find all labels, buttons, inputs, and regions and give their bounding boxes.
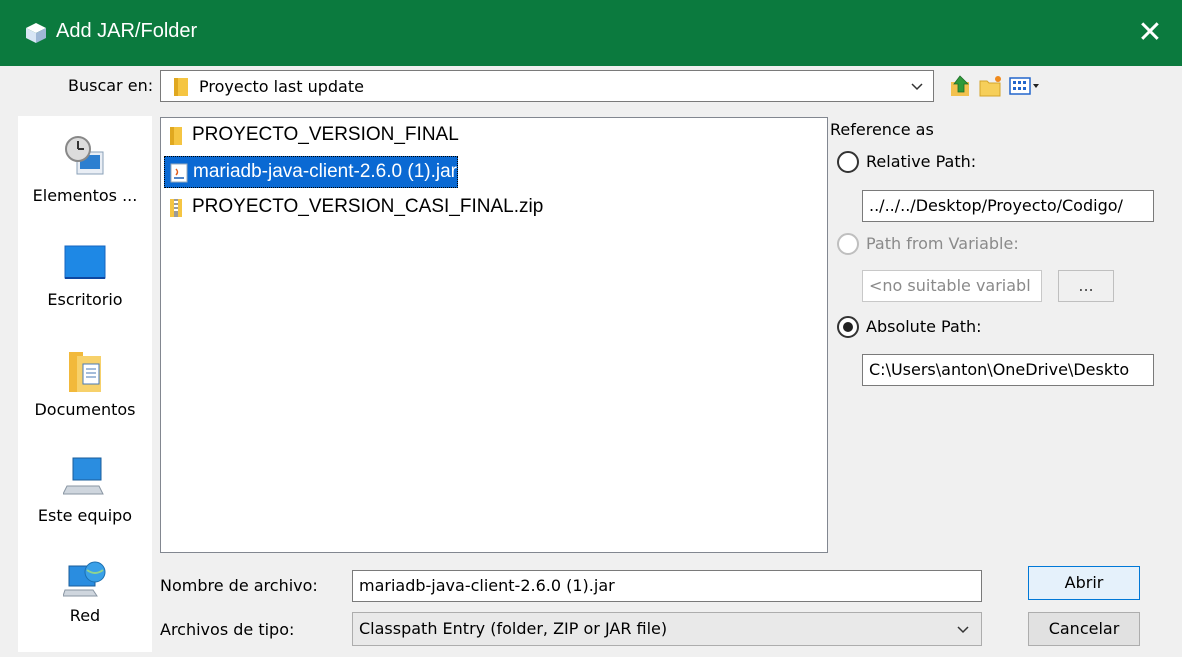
relative-path-radio[interactable] [837, 151, 859, 173]
zip-file-icon [170, 199, 182, 217]
window-title: Add JAR/Folder [56, 20, 198, 42]
browse-variable-button[interactable]: ... [1058, 270, 1114, 302]
place-label: Escritorio [47, 290, 123, 309]
filetype-label: Archivos de tipo: [160, 620, 295, 639]
computer-icon [63, 457, 104, 495]
filetype-value: Classpath Entry (folder, ZIP or JAR file… [359, 619, 668, 638]
place-label: Documentos [34, 400, 136, 419]
open-button[interactable]: Abrir [1028, 566, 1140, 600]
chevron-down-icon [957, 626, 969, 634]
folder-icon [174, 78, 188, 96]
place-label: Elementos ... [32, 186, 138, 205]
places-bar: Elementos ... Escritorio Documentos Este… [18, 116, 152, 652]
place-label: Este equipo [37, 506, 133, 525]
filename-input[interactable]: mariadb-java-client-2.6.0 (1).jar [352, 570, 982, 602]
up-folder-icon[interactable] [948, 72, 974, 100]
place-recent[interactable]: Elementos ... [18, 116, 152, 216]
path-from-variable-label: Path from Variable: [866, 234, 1019, 253]
filetype-select[interactable]: Classpath Entry (folder, ZIP or JAR file… [352, 612, 982, 646]
app-cube-icon [26, 23, 46, 43]
jar-file-icon [170, 163, 188, 183]
file-name: PROYECTO_VERSION_CASI_FINAL.zip [192, 196, 544, 217]
place-desktop[interactable]: Escritorio [18, 228, 152, 328]
relative-path-field[interactable]: ../../../Desktop/Proyecto/Codigo/ [862, 190, 1154, 222]
list-item[interactable]: PROYECTO_VERSION_CASI_FINAL.zip [164, 192, 543, 224]
network-icon [63, 561, 106, 597]
title-bar: Add JAR/Folder ✕ [0, 0, 1182, 66]
absolute-path-field[interactable]: C:\Users\anton\OneDrive\Deskto [862, 354, 1154, 386]
lookin-value: Proyecto last update [199, 77, 364, 96]
place-computer[interactable]: Este equipo [18, 444, 152, 544]
place-network[interactable]: Red [18, 550, 152, 650]
desktop-icon [64, 245, 106, 279]
variable-field[interactable]: <no suitable variabl [862, 270, 1042, 302]
recent-items-icon [65, 136, 104, 175]
cancel-button[interactable]: Cancelar [1028, 612, 1140, 646]
folder-icon [170, 127, 182, 145]
file-list[interactable]: PROYECTO_VERSION_FINAL mariadb-java-clie… [160, 117, 828, 553]
new-folder-icon[interactable] [978, 72, 1004, 100]
place-label: Red [69, 606, 101, 625]
absolute-path-radio[interactable] [837, 316, 859, 338]
list-item[interactable]: PROYECTO_VERSION_FINAL [164, 120, 459, 152]
documents-icon [69, 352, 101, 392]
reference-as-label: Reference as [830, 120, 934, 139]
lookin-label: Buscar en: [68, 76, 154, 95]
lookin-combo[interactable]: Proyecto last update [160, 70, 934, 102]
filename-label: Nombre de archivo: [160, 576, 318, 595]
path-from-variable-radio[interactable] [837, 233, 859, 255]
file-name: PROYECTO_VERSION_FINAL [192, 124, 459, 145]
absolute-path-label: Absolute Path: [866, 317, 982, 336]
close-icon[interactable]: ✕ [1130, 14, 1170, 52]
view-menu-icon[interactable] [1008, 72, 1042, 100]
list-item[interactable]: mariadb-java-client-2.6.0 (1).jar [164, 156, 458, 188]
file-name: mariadb-java-client-2.6.0 (1).jar [193, 161, 457, 182]
chevron-down-icon [911, 83, 923, 91]
relative-path-label: Relative Path: [866, 152, 977, 171]
place-documents[interactable]: Documentos [18, 338, 152, 438]
